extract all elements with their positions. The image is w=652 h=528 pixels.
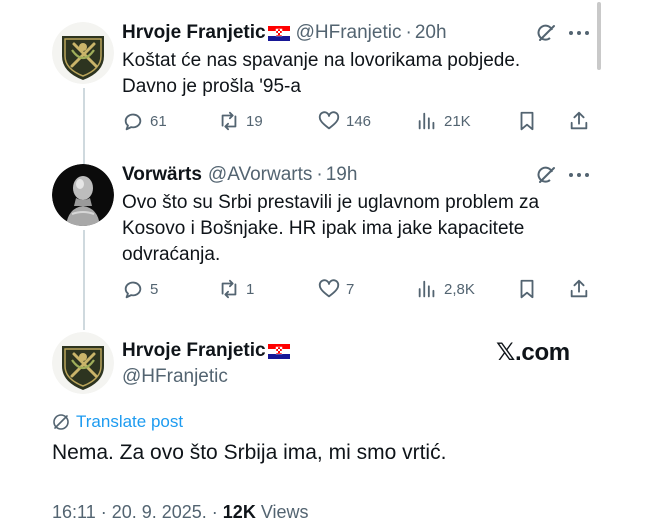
share-button[interactable] [568,110,590,132]
reply-icon [124,113,142,131]
tweet-text: Ovo što su Srbi prestavili je uglavnom p… [122,190,539,268]
reply-count: 5 [150,280,159,298]
author-handle[interactable]: @HFranjetic [122,366,228,388]
repost-button[interactable]: 19 [218,110,263,132]
translate-post-link[interactable]: Translate post [52,412,183,432]
globe-icon [53,414,69,430]
like-icon [318,279,340,298]
separator-dot: · [316,164,323,185]
avatar[interactable] [52,22,114,84]
separator-dot: · [405,22,412,43]
reply-button[interactable]: 61 [122,110,167,132]
tweet-text-line: Ovo što su Srbi prestavili je uglavnom p… [122,192,540,213]
share-button[interactable] [568,278,590,300]
views-count: 2,8K [444,280,475,298]
views-label: Views [260,502,309,522]
like-count: 7 [346,280,355,298]
main-post-handle-row: @HFranjetic [122,366,228,388]
tweet-text-line: Koštat će nas spavanje na lovorikama pob… [122,50,521,71]
views-count: 12K [222,502,256,522]
bookmark-button[interactable] [516,110,538,132]
croatia-flag-icon [267,343,290,359]
bookmark-button[interactable] [516,278,538,300]
views-button[interactable]: 21K [416,110,471,132]
scrollbar[interactable] [597,2,601,70]
more-icon[interactable] [568,164,590,186]
author-name[interactable]: Vorwärts [122,164,202,186]
tweet-text-line: Davno je prošla '95-a [122,76,301,97]
like-button[interactable]: 7 [318,278,354,300]
author-name[interactable]: Hrvoje Franjetic [122,340,266,362]
reply-icon [124,281,142,299]
main-post-header: Hrvoje Franjetic [122,340,290,362]
repost-count: 1 [246,280,255,298]
views-button[interactable]: 2,8K [416,278,475,300]
views-icon [418,280,435,298]
reply-count: 61 [150,112,167,130]
tweet-text-line: Kosovo i Bošnjake. HR ipak ima jake kapa… [122,218,525,239]
like-icon [318,111,340,130]
bookmark-icon [520,111,534,131]
grok-icon[interactable] [536,164,558,186]
more-icon[interactable] [568,22,590,44]
views-icon [418,112,435,130]
views-count: 21K [444,112,471,130]
post-timestamp[interactable]: 16:11 · 20. 9. 2025. · [52,502,218,522]
avatar[interactable] [52,164,114,226]
thread-connector-line [83,230,85,330]
reply-button[interactable]: 5 [122,278,158,300]
bookmark-icon [520,279,534,299]
x-com-watermark: 𝕏.com [496,339,570,366]
avatar[interactable] [52,332,114,394]
post-meta: 16:11 · 20. 9. 2025. · 12K Views [52,502,309,523]
tweet-actions: 61 19 146 21K [122,110,592,134]
like-count: 146 [346,112,372,130]
repost-button[interactable]: 1 [218,278,254,300]
repost-count: 19 [246,112,263,130]
post-time[interactable]: 19h [326,164,358,186]
author-handle[interactable]: @AVorwarts [208,164,312,186]
main-post-text: Nema. Za ovo što Srbija ima, mi smo vrti… [52,441,447,464]
repost-icon [221,111,237,131]
thread-connector-line [83,88,85,166]
grok-icon[interactable] [536,22,558,44]
share-icon [570,111,588,130]
share-icon [570,279,588,298]
croatia-flag-icon [267,25,290,41]
tweet-text: Koštat će nas spavanje na lovorikama pob… [122,48,520,100]
repost-icon [221,279,237,299]
like-button[interactable]: 146 [318,110,371,132]
tweet-actions: 5 1 7 2,8K [122,278,592,302]
post-time[interactable]: 20h [415,22,447,44]
tweet-header: Hrvoje Franjetic @HFranjetic · 20h [122,22,447,44]
tweet-header: Vorwärts @AVorwarts · 19h [122,164,357,186]
author-handle[interactable]: @HFranjetic [296,22,402,44]
author-name[interactable]: Hrvoje Franjetic [122,22,266,44]
translate-post-label: Translate post [76,412,184,431]
tweet-text-line: odvraćanja. [122,244,221,265]
